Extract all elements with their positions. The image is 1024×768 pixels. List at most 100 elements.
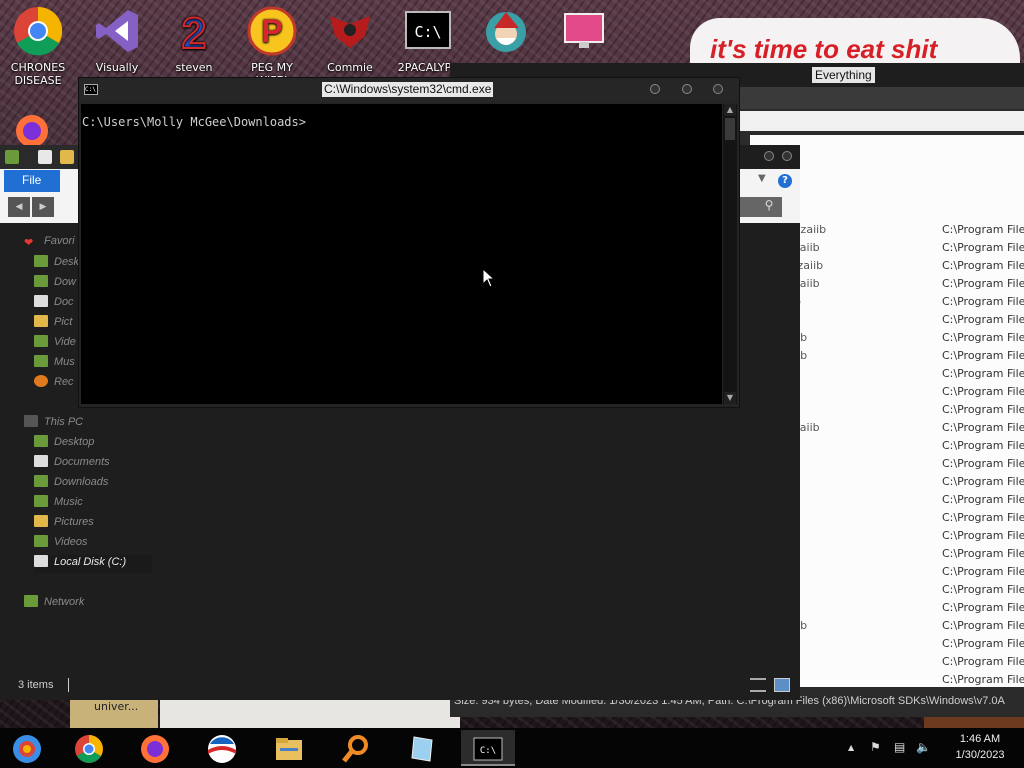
clock-date: 1/30/2023 (955, 749, 1005, 761)
number-two-icon: 2 (181, 8, 207, 59)
nav-pc-pictures[interactable]: Pictures (34, 515, 94, 533)
folder-icon[interactable] (5, 150, 19, 164)
file-tab[interactable]: File (4, 170, 60, 192)
nav-fav-downloads[interactable]: Dow (34, 275, 80, 293)
firefox-icon[interactable] (15, 114, 49, 148)
svg-text:C:\: C:\ (414, 23, 441, 41)
desktop-icon-visually[interactable]: Visually (79, 4, 155, 74)
close-button[interactable] (713, 84, 723, 94)
svg-text:2: 2 (182, 9, 206, 56)
search-icon[interactable]: ⚲ (760, 198, 778, 216)
result-path: C:\Program File (942, 223, 1024, 236)
nav-pc-videos[interactable]: Videos (34, 535, 87, 553)
nav-fav-documents[interactable]: Doc (34, 295, 80, 313)
nav-this-pc[interactable]: This PC (24, 415, 83, 433)
result-path: C:\Program File (942, 475, 1024, 488)
scroll-up-arrow[interactable]: ▲ (724, 104, 736, 116)
taskbar-start-button[interactable] (0, 730, 54, 766)
nav-pc-music[interactable]: Music (34, 495, 83, 513)
volume-icon[interactable]: 🔈 (916, 740, 931, 754)
nav-pc-documents[interactable]: Documents (34, 455, 110, 473)
result-path: C:\Program File (942, 385, 1024, 398)
network-icon (24, 595, 38, 607)
everything-search-input[interactable] (740, 111, 1024, 131)
forward-button[interactable]: ▶ (32, 197, 54, 217)
taskbar-chrome[interactable] (62, 730, 116, 766)
clock[interactable]: 1:46 AM 1/30/2023 (940, 731, 1020, 763)
desktop-icon-santa[interactable] (468, 4, 544, 61)
file-explorer-icon (276, 738, 302, 760)
console-output[interactable]: C:\Users\Molly McGee\Downloads> (81, 104, 722, 404)
properties-icon[interactable] (38, 150, 52, 164)
nav-fav-desktop[interactable]: Desk (34, 255, 80, 273)
videos-icon (34, 535, 48, 547)
taskbar-notepad[interactable] (396, 730, 450, 766)
visual-studio-icon (96, 10, 138, 52)
desktop-icon (34, 255, 48, 267)
help-icon[interactable]: ? (778, 174, 792, 188)
scroll-down-arrow[interactable]: ▼ (724, 392, 736, 404)
desktop-icon-peg-my-wife[interactable]: P PEG MY WIFE! (234, 4, 310, 87)
taskbar-file-explorer[interactable] (262, 730, 316, 766)
obama-logo-icon (208, 735, 236, 763)
nav-pc-downloads[interactable]: Downloads (34, 475, 108, 493)
desktop-icon-label: Visually (95, 61, 139, 74)
desktop-icon-label: Commie (327, 61, 373, 74)
result-path: C:\Program File (942, 241, 1024, 254)
tray-chevron-up-icon[interactable]: ▲ (848, 743, 854, 752)
result-path: C:\Program File (942, 511, 1024, 524)
taskbar-cmd[interactable]: C:\ (461, 730, 515, 766)
pictures-icon (34, 315, 48, 327)
nav-network[interactable]: Network (24, 595, 84, 613)
back-button[interactable]: ◀ (8, 197, 30, 217)
result-path: C:\Program File (942, 493, 1024, 506)
cmd-window[interactable]: C:\ C:\Windows\system32\cmd.exe C:\Users… (78, 77, 740, 408)
desktop-icon-commie[interactable]: Commie (312, 4, 388, 74)
taskbar-search-tool[interactable] (329, 730, 383, 766)
nav-pc-desktop[interactable]: Desktop (34, 435, 94, 453)
nav-fav-videos[interactable]: Vide (34, 335, 80, 353)
result-path: C:\Program File (942, 655, 1024, 668)
desktop-icon-chrones-disease[interactable]: CHRONES DISEASE (0, 4, 76, 87)
network-icon[interactable]: ▤ (894, 740, 905, 754)
close-button[interactable] (782, 151, 792, 161)
new-folder-icon[interactable] (60, 150, 74, 164)
nav-fav-music[interactable]: Mus (34, 355, 80, 373)
taskbar-firefox[interactable] (128, 730, 182, 766)
desktop-icon-pink-monitor[interactable] (546, 4, 622, 61)
scrollbar[interactable]: ▲ ▼ (723, 104, 737, 404)
chevron-down-icon[interactable]: ▼ (758, 173, 766, 184)
clock-time: 1:46 AM (959, 733, 1001, 745)
videos-icon (34, 335, 48, 347)
minimize-button[interactable] (764, 151, 774, 161)
heart-icon: ❤ (24, 237, 34, 249)
everything-title: Everything (812, 67, 875, 83)
details-view-icon[interactable] (750, 678, 766, 692)
result-path: C:\Program File (942, 673, 1024, 686)
scroll-thumb[interactable] (725, 118, 735, 140)
result-path: C:\Program File (942, 313, 1024, 326)
desktop-icon-steven[interactable]: 2 steven (156, 4, 232, 74)
taskbar: C:\ ▲ ⚑ ▤ 🔈 1:46 AM 1/30/2023 (0, 728, 1024, 768)
flag-icon[interactable]: ⚑ (870, 740, 881, 754)
music-icon (34, 495, 48, 507)
nav-fav-recent[interactable]: Rec (34, 375, 80, 393)
pictures-icon (34, 515, 48, 527)
nav-fav-pictures[interactable]: Pict (34, 315, 80, 333)
recent-icon (34, 375, 48, 387)
large-icons-view-icon[interactable] (774, 678, 790, 692)
result-path: C:\Program File (942, 457, 1024, 470)
result-path: C:\Program File (942, 529, 1024, 542)
minimize-button[interactable] (650, 84, 660, 94)
nav-favorites[interactable]: ❤ Favori (24, 235, 75, 253)
explorer-status-bar: 3 items (0, 670, 800, 700)
santa-icon (486, 12, 526, 52)
nav-pc-local-disk[interactable]: Local Disk (C:) (34, 555, 152, 573)
taskbar-obama-logo[interactable] (195, 730, 249, 766)
maximize-button[interactable] (681, 84, 692, 94)
quick-access-toolbar[interactable] (0, 145, 80, 169)
music-icon (34, 355, 48, 367)
firefox-icon (141, 735, 169, 763)
cmd-titlebar[interactable]: C:\ C:\Windows\system32\cmd.exe (79, 78, 739, 102)
explorer-window-controls (756, 151, 792, 164)
